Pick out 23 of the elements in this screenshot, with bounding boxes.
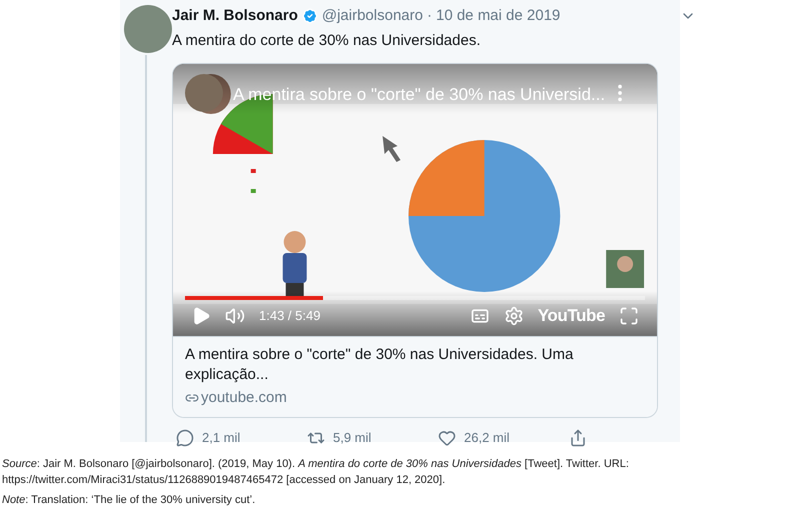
youtube-logo[interactable]: YouTube xyxy=(538,303,605,328)
link-card[interactable]: A mentira sobre o "corte" de 30% nas Universidades. Uma explicação... youtube.com xyxy=(173,336,657,417)
share-icon[interactable] xyxy=(569,428,587,447)
volume-icon[interactable] xyxy=(225,306,245,326)
user-handle[interactable]: @jairbolsonaro xyxy=(322,4,423,28)
avatar[interactable] xyxy=(124,5,172,53)
action-count: 2,1 mil xyxy=(202,429,240,447)
tweet-text: A mentira do corte de 30% nas Universidades. xyxy=(172,31,482,51)
progress-track[interactable] xyxy=(185,296,645,300)
action-count: 26,2 mil xyxy=(464,429,510,447)
separator: · xyxy=(426,6,432,26)
video-time: 1:43 / 5:49 xyxy=(259,307,320,325)
fullscreen-icon[interactable] xyxy=(619,306,639,326)
link-domain: youtube.com xyxy=(201,388,287,408)
link-title: A mentira sobre o "corte" de 30% nas Universidades. Uma explicação... xyxy=(185,344,574,384)
user-name[interactable]: Jair M. Bolsonaro xyxy=(172,4,298,28)
action-count: 5,9 mil xyxy=(333,429,372,447)
settings-icon[interactable] xyxy=(504,306,524,326)
heart-icon[interactable] xyxy=(438,428,456,447)
tweet-date[interactable]: 10 de mai de 2019 xyxy=(436,4,560,28)
note-caption: Note: Translation: ‘The lie of the 30% university cut’. xyxy=(2,493,256,508)
source-caption: Source: Jair M. Bolsonaro [@jairbolsonaro]. (2019, May 10). A mentira do corte de 30% nas Universidades [Tweet]. Twitter. URL: https://twitter.com/Miraci31/status/1126889019487465472 [accessed on January 12, 2020]. xyxy=(2,457,630,488)
reply-icon[interactable] xyxy=(176,428,194,447)
